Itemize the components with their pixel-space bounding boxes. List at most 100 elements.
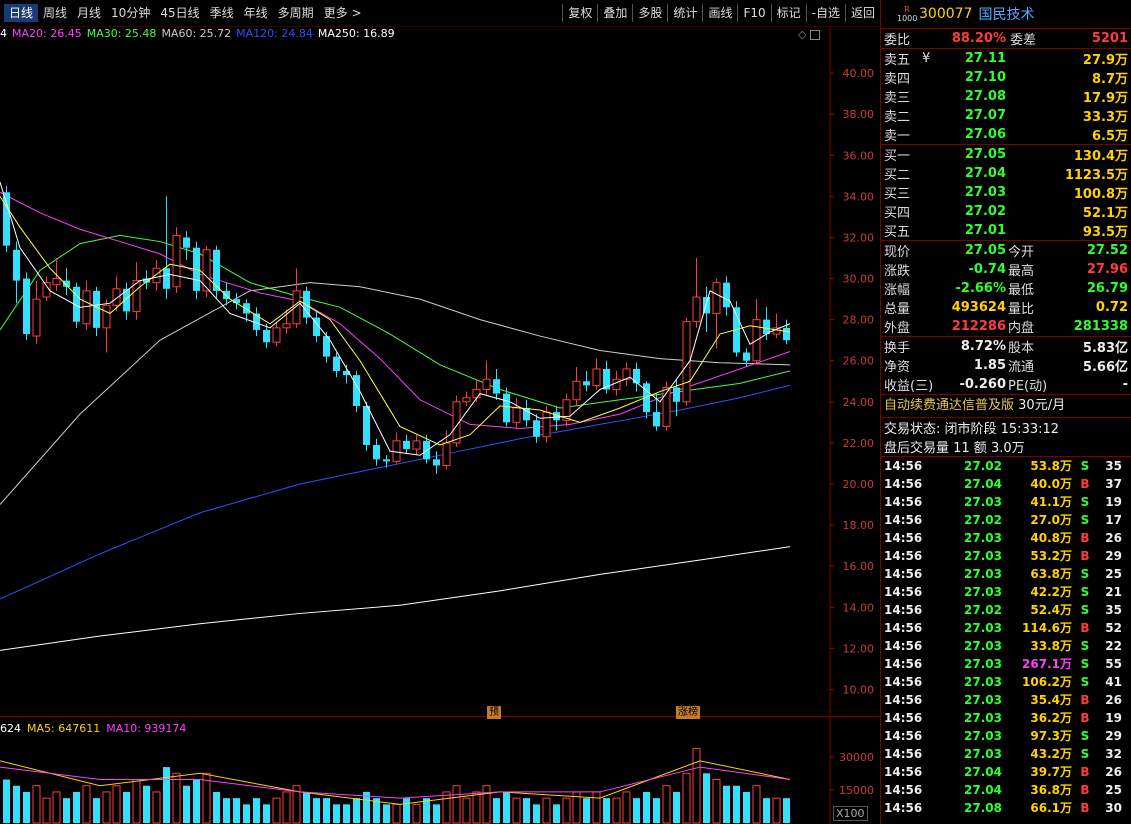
tick-side: B <box>1080 801 1090 815</box>
tick-volume: 52.4万 <box>1030 603 1072 617</box>
subscription-ad[interactable]: 自动续费通达信普及版 30元/月 <box>881 395 1131 418</box>
volume-bar <box>512 797 521 824</box>
tab-0[interactable]: 日线 <box>4 4 39 22</box>
ask-row[interactable]: 卖五 ¥27.11 27.9万 <box>881 49 1131 68</box>
bid-row[interactable]: 买五 27.01 93.5万 <box>881 221 1131 240</box>
ask-row[interactable]: 卖一 27.06 6.5万 <box>881 125 1131 144</box>
candle-body <box>433 459 440 466</box>
volume-bar <box>82 785 91 824</box>
volume-bar <box>213 791 220 823</box>
tick-count: 32 <box>1105 747 1122 761</box>
candle-body <box>292 290 301 325</box>
tick-side: S <box>1080 747 1090 761</box>
ask-book: 卖五 ¥27.11 27.9万 卖四 27.10 8.7万 卖三 27.08 17.9万 卖二 27… <box>881 49 1131 145</box>
tool-7[interactable]: -自选 <box>805 4 845 22</box>
stat-label: 换手 <box>884 341 911 356</box>
volume-bar <box>102 791 111 824</box>
tick-price: 27.03 <box>964 747 1002 761</box>
stat-label: 净资 <box>884 360 911 375</box>
tick-price: 27.03 <box>964 657 1002 671</box>
tick-time: 14:56 <box>884 783 923 797</box>
tick-volume: 97.3万 <box>1030 729 1072 743</box>
ask-row[interactable]: 卖四 27.10 8.7万 <box>881 68 1131 87</box>
tool-2[interactable]: 多股 <box>632 4 667 22</box>
marker-zhangbang[interactable]: 涨榜 <box>676 706 700 719</box>
volume-bar <box>662 785 671 824</box>
volume-legend: 624 MA5: 647611 MA10: 939174 <box>0 722 192 735</box>
tab-6[interactable]: 年线 <box>239 4 273 22</box>
bid-row[interactable]: 买二 27.04 1123.5万 <box>881 164 1131 183</box>
bid-row[interactable]: 买一 27.05 130.4万 <box>881 145 1131 164</box>
tab-4[interactable]: 45日线 <box>155 4 204 22</box>
candle-body <box>52 278 61 286</box>
tick-row: 14:56 27.03 33.8万 S 22 <box>881 637 1131 655</box>
candle-body <box>482 378 491 390</box>
tick-count: 21 <box>1105 585 1122 599</box>
tool-4[interactable]: 画线 <box>702 4 737 22</box>
volume-bar <box>682 772 691 824</box>
price-tick-label: 36.00 <box>843 149 875 162</box>
candle-body <box>163 268 170 289</box>
ask-row[interactable]: 卖三 27.08 17.9万 <box>881 87 1131 106</box>
tool-0[interactable]: 复权 <box>562 4 597 22</box>
stat-label: 涨跌 <box>884 264 911 279</box>
candle-body <box>213 249 220 291</box>
tick-side: S <box>1080 675 1090 689</box>
tick-price: 27.08 <box>964 801 1002 815</box>
volume-bar <box>653 798 660 823</box>
tab-5[interactable]: 季线 <box>205 4 239 22</box>
volume-bar <box>783 798 790 823</box>
tick-count: 37 <box>1105 477 1122 491</box>
tick-time: 14:56 <box>884 531 923 545</box>
tab-3[interactable]: 10分钟 <box>106 4 155 22</box>
price-tick-label: 38.00 <box>843 108 875 121</box>
volume-bar <box>692 747 701 824</box>
tick-volume: 43.2万 <box>1030 747 1072 761</box>
tick-row: 14:56 27.04 39.7万 B 26 <box>881 763 1131 781</box>
tick-list[interactable]: 14:56 27.02 53.8万 S 35 14:56 27.04 40.0万 B 37 14:5… <box>881 457 1131 817</box>
tick-row: 14:56 27.03 41.1万 S 19 <box>881 493 1131 511</box>
stock-code: 300077 <box>919 6 973 22</box>
ask-price: 27.06 <box>964 127 1006 142</box>
tool-1[interactable]: 叠加 <box>597 4 632 22</box>
kline-chart[interactable]: 40.00 38.00 36.00 34.00 32.00 30.00 28.00 26.00… <box>0 26 880 824</box>
stat-label: 流通 <box>1008 360 1035 375</box>
candle-body <box>592 368 601 386</box>
tick-price: 27.03 <box>964 729 1002 743</box>
tool-6[interactable]: 标记 <box>770 4 806 22</box>
tick-row: 14:56 27.03 97.3万 S 29 <box>881 727 1131 745</box>
weibi-label: 委比 <box>884 33 911 48</box>
ask-row[interactable]: 卖二 27.07 33.3万 <box>881 106 1131 125</box>
volume-bar <box>73 791 80 823</box>
tick-price: 27.03 <box>964 621 1002 635</box>
volume-bar <box>282 791 291 824</box>
stat-value: 1.85 <box>973 358 1006 373</box>
stat-value: 27.52 <box>1086 243 1128 258</box>
tick-time: 14:56 <box>884 693 923 707</box>
stock-name[interactable]: 国民技术 <box>978 4 1034 24</box>
tool-5[interactable]: F10 <box>737 4 770 22</box>
tick-side: S <box>1080 729 1090 743</box>
tick-price: 27.04 <box>964 765 1002 779</box>
tool-8[interactable]: 返回 <box>844 4 880 22</box>
tick-count: 35 <box>1105 459 1122 473</box>
tool-3[interactable]: 统计 <box>667 4 702 22</box>
bid-row[interactable]: 买三 27.03 100.8万 <box>881 183 1131 202</box>
tab-1[interactable]: 周线 <box>38 4 72 22</box>
tab-2[interactable]: 月线 <box>72 4 106 22</box>
tab-8[interactable]: 更多 > <box>319 4 367 22</box>
marker-yu[interactable]: 预 <box>487 706 501 719</box>
volume-bar <box>93 798 100 823</box>
candle-body <box>373 444 380 460</box>
tick-price: 27.02 <box>964 459 1002 473</box>
price-tick-label: 14.00 <box>843 601 875 614</box>
tick-price: 27.03 <box>964 675 1002 689</box>
bid-row[interactable]: 买四 27.02 52.1万 <box>881 202 1131 221</box>
volume-scale-label[interactable]: X100 <box>833 806 868 821</box>
tick-side: B <box>1080 477 1090 491</box>
tick-price: 27.02 <box>964 603 1002 617</box>
tick-count: 25 <box>1105 567 1122 581</box>
period-toolbar: 日线 周线 月线 10分钟 45日线 季线 年线 多周期 更多 > 复权 叠加 多股 统计 画线 F10 标… <box>0 0 880 27</box>
candle-body <box>692 296 701 323</box>
tab-7[interactable]: 多周期 <box>273 4 319 22</box>
